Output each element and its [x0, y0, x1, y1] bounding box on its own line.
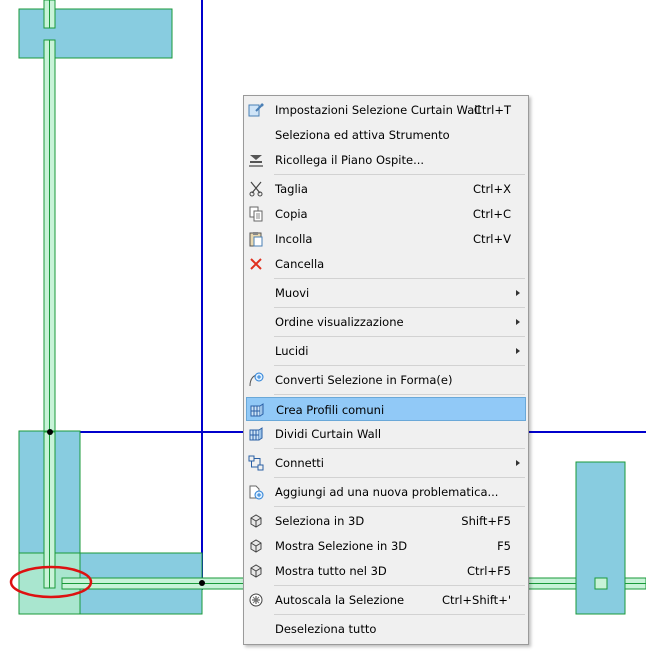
menu-item-connect[interactable]: Connetti [246, 451, 526, 475]
menu-item-shortcut: Ctrl+X [473, 182, 511, 196]
menu-item-label: Seleziona ed attiva Strumento [275, 128, 450, 142]
menu-item-deselect-all[interactable]: Deseleziona tutto [246, 617, 526, 641]
menu-item-shortcut: Ctrl+T [473, 103, 511, 117]
menu-separator [274, 585, 525, 586]
menu-item-move[interactable]: Muovi [246, 281, 526, 305]
menu-item-select-in-3d[interactable]: Seleziona in 3D Shift+F5 [246, 509, 526, 533]
menu-item-label: Deseleziona tutto [275, 622, 377, 636]
menu-item-label: Impostazioni Selezione Curtain Wall [275, 103, 481, 117]
menu-item-label: Taglia [275, 182, 308, 196]
menu-item-copy[interactable]: Copia Ctrl+C [246, 202, 526, 226]
menu-item-label: Cancella [275, 257, 325, 271]
menu-item-shortcut: Ctrl+C [472, 207, 511, 221]
menu-item-split-curtain-wall[interactable]: Dividi Curtain Wall [246, 422, 526, 446]
menu-separator [274, 506, 525, 507]
convert-shape-icon [248, 372, 264, 388]
menu-item-label: Incolla [275, 232, 313, 246]
menu-separator [274, 307, 525, 308]
relink-story-icon [248, 152, 264, 168]
menu-separator [274, 174, 525, 175]
menu-item-label: Lucidi [275, 344, 309, 358]
menu-item-add-to-new-issue[interactable]: Aggiungi ad una nuova problematica... [246, 480, 526, 504]
menu-item-show-all-3d[interactable]: Mostra tutto nel 3D Ctrl+F5 [246, 559, 526, 583]
submenu-arrow-icon [516, 290, 520, 296]
submenu-arrow-icon [516, 348, 520, 354]
common-profiles-icon [249, 402, 265, 418]
curtain-wall-joint[interactable] [594, 577, 608, 590]
menu-item-create-common-profiles[interactable]: Crea Profili comuni [246, 397, 526, 421]
menu-item-cut[interactable]: Taglia Ctrl+X [246, 177, 526, 201]
menu-item-label: Mostra tutto nel 3D [275, 564, 387, 578]
menu-separator [274, 394, 525, 395]
menu-separator [274, 477, 525, 478]
menu-item-curtain-wall-settings[interactable]: Impostazioni Selezione Curtain Wall Ctrl… [246, 98, 526, 122]
grid-intersection-dot[interactable] [199, 580, 205, 586]
add-issue-icon [248, 484, 264, 500]
scissors-icon [248, 181, 264, 197]
menu-item-label: Autoscala la Selezione [275, 593, 405, 607]
submenu-arrow-icon [516, 319, 520, 325]
menu-separator [274, 448, 525, 449]
menu-item-label: Copia [275, 207, 308, 221]
delete-icon [248, 256, 264, 272]
menu-item-label: Converti Selezione in Forma(e) [275, 373, 453, 387]
menu-item-layers[interactable]: Lucidi [246, 339, 526, 363]
menu-item-zoom-to-selection[interactable]: Autoscala la Selezione Ctrl+Shift+' [246, 588, 526, 612]
menu-item-label: Ricollega il Piano Ospite... [275, 153, 425, 167]
slab-element-top[interactable] [18, 8, 173, 59]
show-all-3d-icon [248, 563, 264, 579]
grid-intersection-dot[interactable] [47, 429, 53, 435]
menu-item-paste[interactable]: Incolla Ctrl+V [246, 227, 526, 251]
paste-icon [248, 231, 264, 247]
menu-item-label: Muovi [275, 286, 310, 300]
menu-item-label: Crea Profili comuni [276, 403, 385, 417]
menu-item-label: Dividi Curtain Wall [275, 427, 382, 441]
menu-separator [274, 278, 525, 279]
menu-item-display-order[interactable]: Ordine visualizzazione [246, 310, 526, 334]
context-menu: Impostazioni Selezione Curtain Wall Ctrl… [243, 95, 529, 645]
menu-item-label: Aggiungi ad una nuova problematica... [275, 485, 499, 499]
menu-item-relink-story[interactable]: Ricollega il Piano Ospite... [246, 148, 526, 172]
menu-item-select-activate-tool[interactable]: Seleziona ed attiva Strumento [246, 123, 526, 147]
menu-item-shortcut: Shift+F5 [461, 514, 511, 528]
menu-item-shortcut: F5 [497, 539, 511, 553]
split-curtain-wall-icon [248, 426, 264, 442]
menu-item-label: Seleziona in 3D [275, 514, 365, 528]
column-element-right[interactable] [575, 461, 626, 615]
menu-item-show-selection-3d[interactable]: Mostra Selezione in 3D F5 [246, 534, 526, 558]
menu-item-shortcut: Ctrl+V [473, 232, 511, 246]
menu-item-shortcut: Ctrl+F5 [466, 564, 511, 578]
select-3d-icon [248, 513, 264, 529]
menu-item-label: Ordine visualizzazione [275, 315, 404, 329]
menu-item-label: Mostra Selezione in 3D [275, 539, 408, 553]
zoom-selection-icon [248, 592, 264, 608]
settings-icon [248, 102, 264, 118]
submenu-arrow-icon [516, 460, 520, 466]
menu-item-delete[interactable]: Cancella [246, 252, 526, 276]
show-selection-3d-icon [248, 538, 264, 554]
menu-item-convert-to-shapes[interactable]: Converti Selezione in Forma(e) [246, 368, 526, 392]
menu-item-shortcut: Ctrl+Shift+' [441, 593, 511, 607]
menu-separator [274, 614, 525, 615]
copy-icon [248, 206, 264, 222]
connect-icon [248, 455, 264, 471]
menu-separator [274, 336, 525, 337]
menu-item-label: Connetti [275, 456, 324, 470]
menu-separator [274, 365, 525, 366]
